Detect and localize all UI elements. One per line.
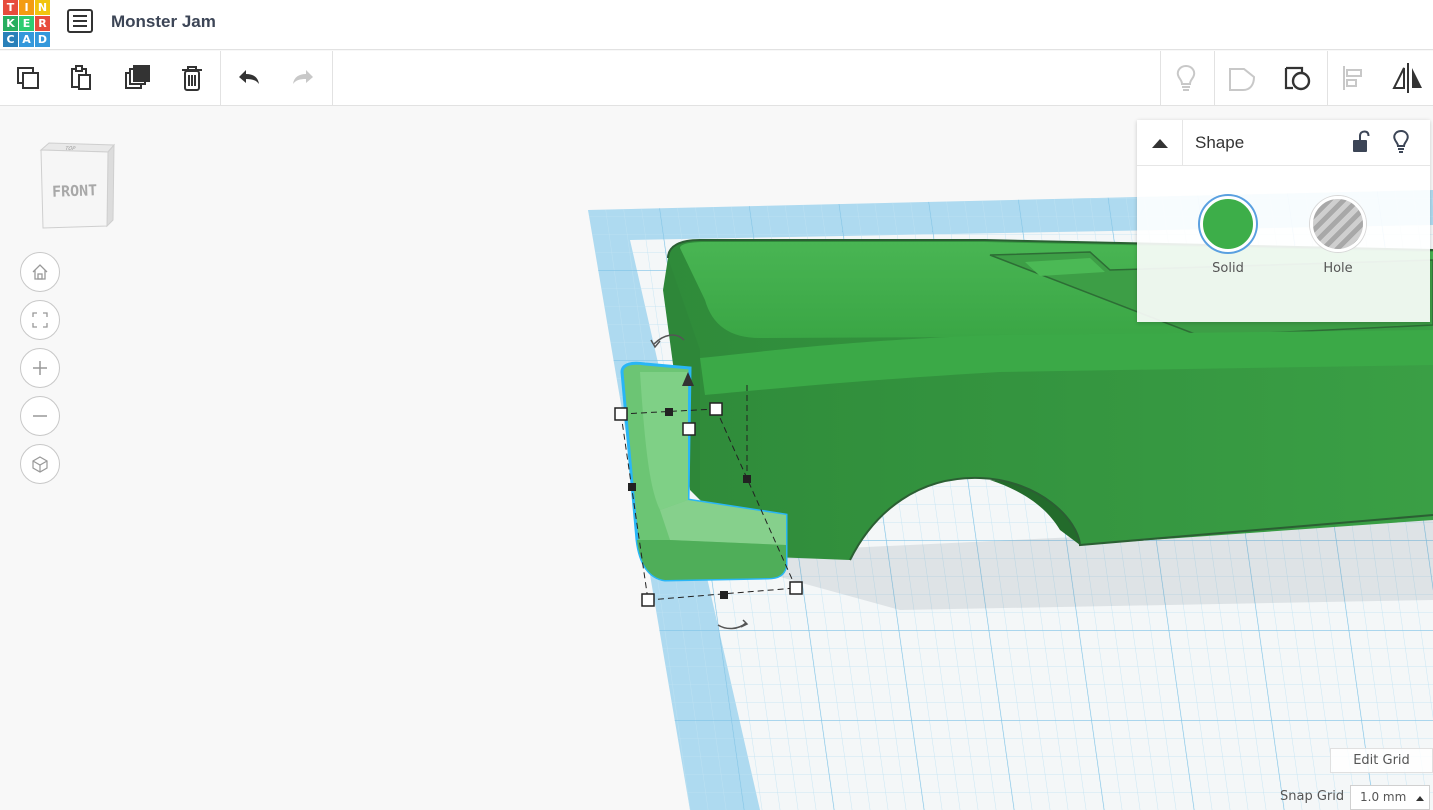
- hole-option[interactable]: Hole: [1309, 196, 1367, 276]
- undo-button[interactable]: [229, 58, 269, 98]
- toolbar-separator: [1160, 51, 1161, 106]
- shape-inspector-panel: Shape Solid Hole: [1137, 120, 1430, 322]
- solid-option[interactable]: Solid: [1199, 196, 1257, 276]
- viewcube-front-label[interactable]: FRONT: [52, 181, 98, 201]
- shape-panel-title: Shape: [1195, 133, 1245, 152]
- fit-view-icon: [32, 312, 48, 328]
- mirror-button[interactable]: [1388, 58, 1428, 98]
- snap-grid-select[interactable]: 1.0 mm: [1350, 785, 1430, 810]
- duplicate-icon: [125, 65, 150, 89]
- logo-letter: I: [19, 0, 34, 15]
- copy-icon: [17, 67, 39, 89]
- perspective-toggle-button[interactable]: [20, 444, 60, 484]
- home-icon: [32, 264, 48, 280]
- redo-button[interactable]: [283, 58, 323, 98]
- toolbar-separator: [1327, 51, 1328, 106]
- home-view-button[interactable]: [20, 252, 60, 292]
- panel-collapse-button[interactable]: [1137, 120, 1183, 166]
- view-cube[interactable]: TOP FRONT: [37, 140, 117, 230]
- fit-view-button[interactable]: [20, 300, 60, 340]
- design-title[interactable]: Monster Jam: [111, 12, 216, 32]
- logo-letter: D: [35, 32, 50, 47]
- show-all-button[interactable]: [1166, 58, 1206, 98]
- delete-button[interactable]: [172, 58, 212, 98]
- solid-swatch[interactable]: [1200, 196, 1256, 252]
- logo-letter: C: [3, 32, 18, 47]
- align-icon: [1343, 66, 1362, 90]
- paste-icon: [71, 65, 91, 90]
- zoom-out-icon: [33, 415, 47, 417]
- group-icon: [1229, 68, 1256, 91]
- caret-up-icon: [1416, 796, 1425, 801]
- undo-icon: [239, 70, 259, 84]
- paste-button[interactable]: [61, 58, 101, 98]
- solid-label: Solid: [1212, 261, 1244, 276]
- align-button[interactable]: [1333, 58, 1373, 98]
- logo-letter: N: [35, 0, 50, 15]
- zoom-in-icon: [33, 361, 47, 375]
- ungroup-icon: [1284, 66, 1311, 91]
- lightbulb-icon: [1176, 64, 1196, 91]
- main-toolbar: [0, 51, 1433, 106]
- caret-up-icon: [1151, 139, 1168, 148]
- lightbulb-icon: [1393, 129, 1409, 153]
- logo-letter: R: [35, 16, 50, 31]
- toolbar-separator: [220, 51, 221, 106]
- lock-button[interactable]: [1349, 130, 1373, 154]
- top-header: TIN KER CAD Monster Jam: [0, 0, 1433, 50]
- logo-letter: T: [3, 0, 18, 15]
- duplicate-button[interactable]: [117, 58, 157, 98]
- toolbar-separator: [1214, 51, 1215, 106]
- unlock-icon: [1353, 130, 1370, 152]
- design-menu-button[interactable]: [67, 9, 93, 33]
- zoom-out-button[interactable]: [20, 396, 60, 436]
- trash-icon: [182, 66, 202, 91]
- mirror-icon: [1392, 63, 1422, 93]
- perspective-icon: [32, 456, 48, 473]
- redo-icon: [293, 70, 313, 84]
- group-button[interactable]: [1222, 58, 1262, 98]
- hide-shape-button[interactable]: [1389, 129, 1413, 155]
- logo-letter: K: [3, 16, 18, 31]
- copy-button[interactable]: [8, 58, 48, 98]
- zoom-in-button[interactable]: [20, 348, 60, 388]
- shape-panel-header: Shape: [1137, 120, 1430, 166]
- ungroup-button[interactable]: [1278, 58, 1318, 98]
- logo-letter: E: [19, 16, 34, 31]
- edit-grid-button[interactable]: Edit Grid: [1330, 748, 1433, 773]
- snap-grid-value: 1.0 mm: [1360, 790, 1407, 804]
- tinkercad-logo[interactable]: TIN KER CAD: [3, 0, 52, 48]
- toolbar-separator: [332, 51, 333, 106]
- hole-swatch[interactable]: [1310, 196, 1366, 252]
- hole-label: Hole: [1323, 261, 1353, 276]
- logo-letter: A: [19, 32, 34, 47]
- snap-grid-label: Snap Grid: [1280, 789, 1345, 804]
